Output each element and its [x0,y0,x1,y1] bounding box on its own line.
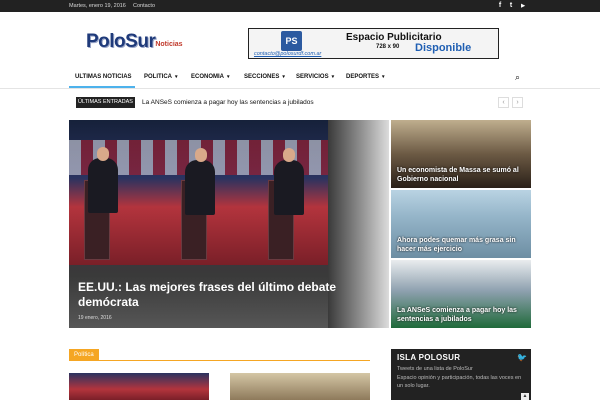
widget-subtitle[interactable]: Tweets de una lista de PoloSur [397,366,473,372]
nav-item-ultimas-noticias[interactable]: ULTIMAS NOTICIAS [75,74,132,80]
nav-item-deportes[interactable]: DEPORTES ▾ [346,74,385,80]
widget-title: ISLA POLOSUR [397,353,461,362]
section-header: Política [69,349,370,361]
ad-size: 728 x 90 [376,44,400,50]
chevron-down-icon: ▾ [282,74,285,80]
chevron-down-icon: ▾ [331,74,335,80]
search-icon[interactable]: ⌕ [515,72,520,83]
scroll-up-button[interactable]: ▲ [521,393,529,400]
ad-logo-icon: PS [281,31,302,51]
ad-availability: Disponible [415,42,472,54]
featured-story[interactable]: EE.UU.: Las mejores frases del último de… [69,120,389,328]
speaker-figure [185,160,215,215]
logo-main: PoloSur [86,31,156,52]
speaker-head [97,147,109,161]
nav-item-servicios[interactable]: SERVICIOS ▾ [296,74,334,80]
twitter-icon[interactable]: t [507,2,515,10]
speaker-head [195,148,207,162]
contact-link[interactable]: Contacto [133,3,155,9]
twitter-widget: ISLA POLOSUR 🐦 Tweets de una lista de Po… [391,349,531,400]
chevron-down-icon: ▾ [382,74,385,80]
side-story-title[interactable]: Un economista de Massa se sumó al Gobier… [397,166,522,184]
current-date: Martes, enero 19, 2016 [69,3,126,9]
ad-banner[interactable]: PS Espacio Publicitario 728 x 90 Disponi… [248,28,499,59]
featured-date: 19 enero, 2016 [78,315,112,321]
nav-item-economia[interactable]: ECONOMIA ▾ [191,74,230,80]
speaker-head [283,148,295,162]
section-tag[interactable]: Política [69,349,99,361]
speaker-figure [88,158,118,213]
youtube-icon[interactable]: ▶ [519,2,527,10]
speaker-figure [274,160,304,215]
twitter-bird-icon[interactable]: 🐦 [517,353,527,362]
featured-title[interactable]: EE.UU.: Las mejores frases del último de… [78,280,338,310]
side-story-title[interactable]: Ahora podes quemar más grasa sin hacer m… [397,236,522,254]
featured-image [69,120,328,265]
chevron-down-icon: ▾ [227,74,230,80]
ticker-next-button[interactable]: › [512,97,523,108]
ticker-badge: ÚLTIMAS ENTRADAS [76,97,135,108]
logo-sub: Noticias [155,41,183,48]
top-bar: Martes, enero 19, 2016 Contacto f t ▶ [0,0,600,12]
article-thumbnail[interactable] [230,373,370,400]
chevron-down-icon: ▾ [175,74,178,80]
ticker-prev-button[interactable]: ‹ [498,97,509,108]
site-logo[interactable]: PoloSurNoticias [86,31,183,53]
side-story[interactable]: La ANSeS comienza a pagar hoy las senten… [391,260,531,328]
ad-email-link[interactable]: contacto@polosurdf.com.ar [254,51,321,57]
side-story[interactable]: Un economista de Massa se sumó al Gobier… [391,120,531,188]
widget-description: Espacio opinión y participación, todas l… [397,375,522,389]
main-nav: ULTIMAS NOTICIAS POLITICA ▾ ECONOMIA ▾ SEC… [0,67,600,89]
nav-item-secciones[interactable]: SECCIONES ▾ [244,74,285,80]
ticker-headline[interactable]: La ANSeS comienza a pagar hoy las senten… [142,99,314,106]
side-story[interactable]: Ahora podes quemar más grasa sin hacer m… [391,190,531,258]
article-thumbnail[interactable] [69,373,209,400]
facebook-icon[interactable]: f [496,2,504,10]
side-story-title[interactable]: La ANSeS comienza a pagar hoy las senten… [397,306,522,324]
nav-item-politica[interactable]: POLITICA ▾ [144,74,178,80]
nav-active-indicator [69,86,135,88]
